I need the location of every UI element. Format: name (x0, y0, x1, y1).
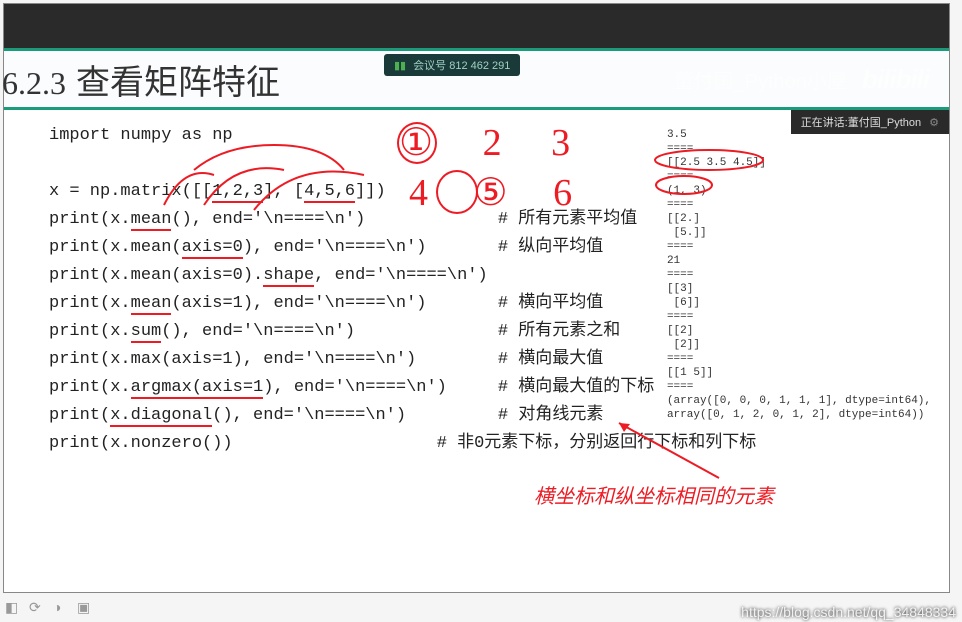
signal-icon: ▮▮ (394, 60, 406, 72)
red-annotation-text: 横坐标和纵坐标相同的元素 (534, 480, 774, 509)
status-icon-3[interactable]: ◑ (53, 599, 69, 615)
top-bar (4, 4, 949, 48)
speaker-prefix: 正在讲话: (801, 114, 848, 130)
section-number: 6.2.3 (2, 65, 66, 102)
meeting-label: 会议号 (413, 60, 446, 72)
status-icon-4[interactable]: ▣ (77, 599, 93, 615)
section-title: 查看矩阵特征 (76, 55, 280, 104)
slide-content: 正在讲话: 董付国_Python ⚙ import numpy as np x … (4, 110, 949, 580)
bilibili-logo: bilibili (862, 64, 929, 95)
speaker-indicator: 正在讲话: 董付国_Python ⚙ (791, 110, 949, 134)
status-icon-2[interactable]: ⟳ (29, 599, 45, 615)
output-block: 3.5 ==== [[2.5 3.5 4.5]] ==== (1, 3) ===… (667, 128, 931, 422)
editor-status-icons: ◧ ⟳ ◑ ▣ (5, 599, 93, 615)
author-watermark: 董付国_Python小屋 (674, 65, 847, 94)
meeting-id-pill: ▮▮ 会议号 812 462 291 (384, 54, 520, 76)
csdn-watermark: https://blog.csdn.net/qq_34848334 (741, 604, 956, 620)
status-icon-1[interactable]: ◧ (5, 599, 21, 615)
speaker-menu-icon[interactable]: ⚙ (929, 116, 939, 129)
meeting-number: 812 462 291 (449, 60, 510, 72)
speaker-name: 董付国_Python (848, 114, 921, 130)
window-frame: ▮▮ 会议号 812 462 291 6.2.3 查看矩阵特征 董付国_Pyth… (3, 3, 950, 593)
